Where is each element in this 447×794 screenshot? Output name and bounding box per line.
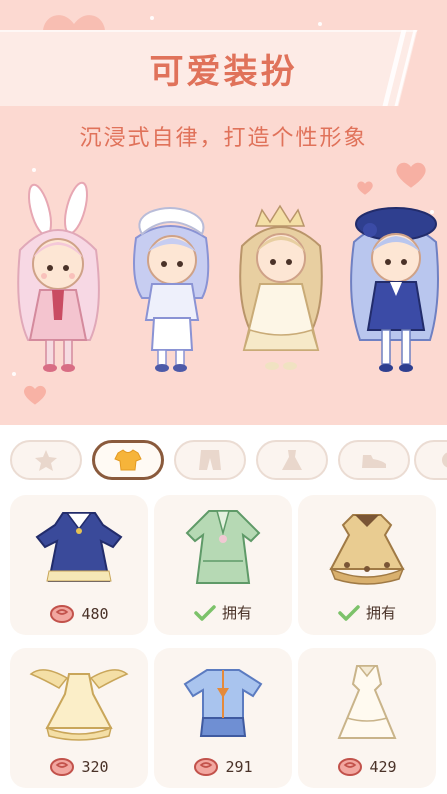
- outfit-card[interactable]: 291: [154, 648, 292, 788]
- tab-shoes[interactable]: [338, 440, 410, 480]
- price-value: 320: [81, 758, 109, 776]
- outfit-card[interactable]: 拥有: [154, 495, 292, 635]
- navy-beret-girl-character: [350, 207, 439, 372]
- bunny-girl-character: [17, 181, 100, 372]
- price-tag: 480: [10, 605, 148, 623]
- page-subtitle: 沉浸式自律，打造个性形象: [79, 126, 368, 151]
- outfit-card[interactable]: 480: [10, 495, 148, 635]
- tab-pants[interactable]: [174, 440, 246, 480]
- tab-more[interactable]: [414, 440, 447, 480]
- category-tabs: [0, 432, 447, 488]
- blue-cute-outfit: [183, 669, 263, 737]
- check-icon: [194, 604, 216, 621]
- owned-label: 拥有: [365, 604, 396, 622]
- owned-tag: 拥有: [154, 602, 292, 623]
- owned-tag: 拥有: [298, 602, 436, 623]
- navy-sailor-dress: [35, 512, 123, 582]
- tab-dress[interactable]: [256, 440, 328, 480]
- pants-icon: [199, 450, 221, 470]
- outfit-grid: 480 拥有 拥有 320 291 429: [0, 490, 447, 794]
- hair-star-icon: [35, 450, 57, 471]
- price-value: 291: [225, 758, 253, 776]
- price-tag: 429: [298, 758, 436, 776]
- price-tag: 320: [10, 758, 148, 776]
- dress-icon: [282, 450, 302, 470]
- brown-tea-dress: [329, 514, 405, 585]
- coin-icon: [50, 758, 75, 776]
- coin-icon: [194, 758, 219, 776]
- coin-icon: [50, 605, 75, 623]
- price-value: 480: [81, 605, 109, 623]
- accessory-icon: [442, 452, 447, 468]
- shoe-icon: [362, 455, 386, 468]
- gold-wing-dress: [29, 669, 129, 741]
- outfit-card[interactable]: 320: [10, 648, 148, 788]
- tab-hair[interactable]: [10, 440, 82, 480]
- white-gown: [337, 665, 397, 739]
- price-value: 429: [369, 758, 397, 776]
- price-tag: 291: [154, 758, 292, 776]
- owned-label: 拥有: [221, 604, 252, 622]
- page-title: 可爱装扮: [149, 52, 298, 92]
- shirt-icon: [114, 449, 142, 471]
- outfit-card[interactable]: 拥有: [298, 495, 436, 635]
- angel-girl-character: [239, 204, 323, 370]
- tab-top[interactable]: [92, 440, 164, 480]
- check-icon: [338, 604, 360, 621]
- banner: 可爱装扮 沉浸式自律，打造个性形象: [0, 0, 447, 425]
- outfit-card[interactable]: 429: [298, 648, 436, 788]
- character-lineup: [0, 180, 447, 390]
- coin-icon: [338, 758, 363, 776]
- green-hanfu-dress: [185, 510, 261, 584]
- blue-cap-boy-character: [133, 207, 210, 372]
